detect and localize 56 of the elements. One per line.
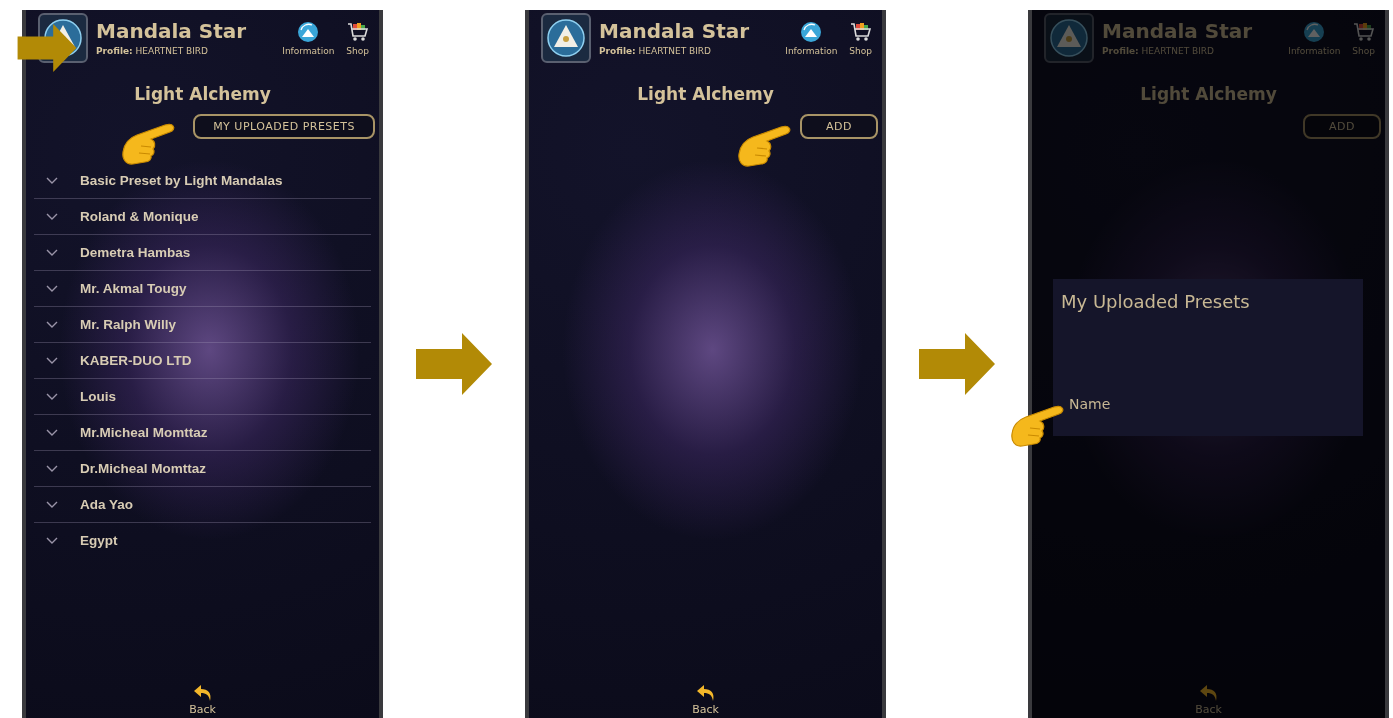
page-title: Light Alchemy <box>134 84 271 104</box>
preset-name[interactable]: Roland & Monique <box>80 209 199 224</box>
profile-text: Profile: HEARTNET BIRD <box>96 46 210 56</box>
chevron-down-icon[interactable] <box>46 429 58 436</box>
arrow-right-icon <box>919 333 995 395</box>
preset-name[interactable]: Dr.Micheal Momttaz <box>80 461 207 476</box>
chevron-down-icon[interactable] <box>46 465 58 472</box>
preset-name[interactable]: Mr. Akmal Tougy <box>80 281 187 296</box>
profile-text: Profile: HEARTNET BIRD <box>1102 46 1216 56</box>
curved-arrow-icon <box>192 684 213 702</box>
profile-text: Profile: HEARTNET BIRD <box>599 46 713 56</box>
preset-name[interactable]: Louis <box>80 389 116 404</box>
chevron-down-icon[interactable] <box>46 501 58 508</box>
arrow-right-icon <box>416 333 492 395</box>
preset-name[interactable]: Mr.Micheal Momttaz <box>80 425 208 440</box>
app-logo <box>541 13 591 63</box>
shop-button[interactable]: Shop <box>849 20 872 56</box>
preset-name[interactable]: Ada Yao <box>80 497 134 512</box>
chevron-down-icon[interactable] <box>46 177 58 184</box>
app-logo <box>1044 13 1094 63</box>
shopping-cart-icon <box>1352 20 1375 43</box>
preset-name[interactable]: Mr. Ralph Willy <box>80 317 176 332</box>
chevron-down-icon[interactable] <box>46 357 58 364</box>
preset-name[interactable]: KABER-DUO LTD <box>80 353 192 368</box>
pointing-hand-icon <box>1010 404 1066 448</box>
preset-name[interactable]: Demetra Hambas <box>80 245 191 260</box>
preset-name[interactable]: Egypt <box>80 533 118 548</box>
chevron-down-icon[interactable] <box>46 249 58 256</box>
page-title: Light Alchemy <box>637 84 774 104</box>
chevron-down-icon[interactable] <box>46 393 58 400</box>
pointing-hand-icon <box>121 122 177 166</box>
chevron-down-icon[interactable] <box>46 321 58 328</box>
curved-arrow-icon <box>695 684 716 702</box>
back-button[interactable]: Back <box>189 684 216 716</box>
app-title: Mandala Star <box>96 20 248 42</box>
chevron-down-icon[interactable] <box>46 537 58 544</box>
mountain-globe-icon <box>1303 20 1326 43</box>
app-title: Mandala Star <box>1102 20 1254 42</box>
action-button[interactable]: MY UPLOADED PRESETS <box>193 114 375 139</box>
information-button[interactable]: Information <box>785 20 838 56</box>
page-title: Light Alchemy <box>1140 84 1277 104</box>
pointing-hand-icon <box>737 124 793 168</box>
preset-name[interactable]: Basic Preset by Light Mandalas <box>80 173 283 188</box>
app-title: Mandala Star <box>599 20 751 42</box>
shop-button[interactable]: Shop <box>346 20 369 56</box>
curved-arrow-icon <box>1198 684 1219 702</box>
back-button[interactable]: Back <box>692 684 719 716</box>
mountain-globe-icon <box>800 20 823 43</box>
chevron-down-icon[interactable] <box>46 213 58 220</box>
action-button[interactable]: ADD <box>800 114 878 139</box>
shopping-cart-icon <box>346 20 369 43</box>
shopping-cart-icon <box>849 20 872 43</box>
dialog-title: My Uploaded Presets <box>1061 291 1251 312</box>
chevron-down-icon[interactable] <box>46 285 58 292</box>
mountain-globe-icon <box>297 20 320 43</box>
information-button[interactable]: Information <box>282 20 335 56</box>
